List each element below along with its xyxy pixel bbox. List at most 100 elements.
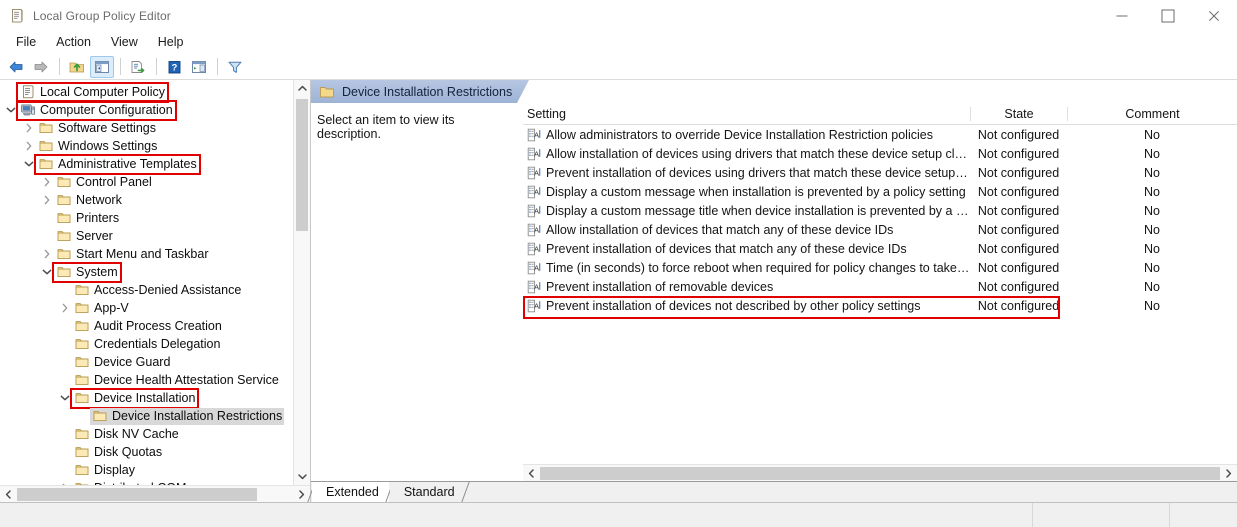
tree-item[interactable]: Display xyxy=(0,461,293,479)
scroll-left-arrow-icon[interactable] xyxy=(523,465,540,482)
tree-item[interactable]: System xyxy=(0,261,293,283)
up-one-level-icon[interactable] xyxy=(65,56,89,78)
list-column-headers: Setting State Comment xyxy=(523,103,1237,125)
tree-item[interactable]: Printers xyxy=(0,209,293,227)
tree-item[interactable]: Device Guard xyxy=(0,353,293,371)
main-split: Local Computer Policy Computer Configurat… xyxy=(0,80,1237,502)
tree-item[interactable]: Server xyxy=(0,227,293,245)
maximize-button[interactable] xyxy=(1145,0,1191,31)
tree-vertical-scrollbar[interactable] xyxy=(293,80,310,485)
tree-item[interactable]: Audit Process Creation xyxy=(0,317,293,335)
tree-item[interactable]: Device Installation xyxy=(0,387,293,409)
settings-row[interactable]: A Display a custom message title when dev… xyxy=(523,201,1237,220)
forward-arrow-icon[interactable] xyxy=(29,56,53,78)
tree-item-label: Administrative Templates xyxy=(58,157,197,171)
tree-item[interactable]: Windows Settings xyxy=(0,137,293,155)
list-hscroll-track[interactable] xyxy=(540,466,1220,480)
tree-item[interactable]: Computer Configuration xyxy=(0,99,293,121)
tree-item-label-wrap: Software Settings xyxy=(36,120,158,137)
chevron-placeholder xyxy=(58,335,72,353)
tree-item-label-wrap: App-V xyxy=(72,300,131,317)
folder-icon xyxy=(38,120,54,136)
local-group-policy-editor-window: Local Group Policy Editor File Action Vi… xyxy=(0,0,1237,527)
settings-row-state: Not configured xyxy=(977,127,1060,142)
folder-icon xyxy=(74,444,90,460)
scroll-right-arrow-icon[interactable] xyxy=(1220,465,1237,482)
chevron-down-icon[interactable] xyxy=(40,263,54,281)
close-button[interactable] xyxy=(1191,0,1237,31)
chevron-placeholder xyxy=(58,281,72,299)
settings-row[interactable]: A Allow installation of devices that matc… xyxy=(523,220,1237,239)
settings-row[interactable]: A Display a custom message when installat… xyxy=(523,182,1237,201)
tree-horizontal-scrollbar[interactable] xyxy=(0,485,310,502)
scroll-left-arrow-icon[interactable] xyxy=(0,486,17,503)
chevron-down-icon[interactable] xyxy=(22,155,36,173)
column-header-state[interactable]: State xyxy=(970,106,1067,121)
folder-icon xyxy=(56,210,72,226)
tab-standard-label: Standard xyxy=(403,485,455,499)
menu-file[interactable]: File xyxy=(6,32,46,53)
tree-item[interactable]: Credentials Delegation xyxy=(0,335,293,353)
tree-item-label-wrap: Administrative Templates xyxy=(34,153,201,175)
policy-tree[interactable]: Local Computer Policy Computer Configurat… xyxy=(0,80,293,485)
tab-extended[interactable]: Extended xyxy=(312,482,389,502)
settings-row[interactable]: A Prevent installation of devices using d… xyxy=(523,163,1237,182)
chevron-right-icon[interactable] xyxy=(40,245,54,263)
tree-item-label: Device Guard xyxy=(94,355,171,369)
column-header-comment[interactable]: Comment xyxy=(1067,106,1237,121)
tree-item[interactable]: Device Installation Restrictions xyxy=(0,407,293,425)
tree-item[interactable]: Software Settings xyxy=(0,119,293,137)
chevron-down-icon[interactable] xyxy=(4,101,18,119)
tree-item[interactable]: Local Computer Policy xyxy=(0,81,293,103)
policy-setting-icon: A xyxy=(527,185,541,199)
settings-row-comment: No xyxy=(1144,127,1160,142)
settings-row[interactable]: A Allow installation of devices using dri… xyxy=(523,144,1237,163)
minimize-button[interactable] xyxy=(1099,0,1145,31)
settings-list[interactable]: A Allow administrators to override Device… xyxy=(523,125,1237,464)
chevron-down-icon[interactable] xyxy=(58,389,72,407)
filter-icon[interactable] xyxy=(223,56,247,78)
chevron-right-icon[interactable] xyxy=(40,191,54,209)
settings-row[interactable]: A Time (in seconds) to force reboot when … xyxy=(523,258,1237,277)
tree-item[interactable]: Control Panel xyxy=(0,173,293,191)
back-arrow-icon[interactable] xyxy=(4,56,28,78)
settings-list-pane: Setting State Comment A Allow administrat… xyxy=(523,103,1237,481)
tree-item[interactable]: Disk Quotas xyxy=(0,443,293,461)
tree-hscroll-track[interactable] xyxy=(17,487,293,501)
tree-item[interactable]: Start Menu and Taskbar xyxy=(0,245,293,263)
settings-row[interactable]: A Prevent installation of devices that ma… xyxy=(523,239,1237,258)
tree-scroll-track[interactable] xyxy=(294,97,310,468)
tab-standard[interactable]: Standard xyxy=(389,482,465,502)
tree-item[interactable]: Administrative Templates xyxy=(0,153,293,175)
help-icon[interactable]: ? xyxy=(162,56,186,78)
menu-help[interactable]: Help xyxy=(148,32,194,53)
properties-icon[interactable] xyxy=(187,56,211,78)
scroll-up-arrow-icon[interactable] xyxy=(294,80,310,97)
scroll-down-arrow-icon[interactable] xyxy=(294,468,310,485)
tree-item[interactable]: App-V xyxy=(0,299,293,317)
tree-scroll-thumb[interactable] xyxy=(296,99,308,231)
tree-item[interactable]: Distributed COM xyxy=(0,479,293,485)
chevron-right-icon[interactable] xyxy=(22,119,36,137)
tree-item[interactable]: Disk NV Cache xyxy=(0,425,293,443)
list-horizontal-scrollbar[interactable] xyxy=(523,464,1237,481)
tree-item[interactable]: Device Health Attestation Service xyxy=(0,371,293,389)
menu-view[interactable]: View xyxy=(101,32,148,53)
settings-row[interactable]: A Prevent installation of removable devic… xyxy=(523,277,1237,296)
tree-item[interactable]: Network xyxy=(0,191,293,209)
column-header-setting[interactable]: Setting xyxy=(523,107,970,121)
chevron-right-icon[interactable] xyxy=(22,137,36,155)
chevron-right-icon[interactable] xyxy=(58,479,72,485)
chevron-right-icon[interactable] xyxy=(58,299,72,317)
settings-row[interactable]: A Prevent installation of devices not des… xyxy=(523,296,1237,319)
export-list-icon[interactable] xyxy=(126,56,150,78)
menu-action[interactable]: Action xyxy=(46,32,101,53)
tree-item-label: Distributed COM xyxy=(94,480,186,485)
tree-scroll-area: Local Computer Policy Computer Configurat… xyxy=(0,80,310,485)
settings-row[interactable]: A Allow administrators to override Device… xyxy=(523,125,1237,144)
tree-item[interactable]: Access-Denied Assistance xyxy=(0,281,293,299)
show-hide-console-tree-icon[interactable] xyxy=(90,55,114,78)
chevron-right-icon[interactable] xyxy=(40,173,54,191)
list-hscroll-thumb[interactable] xyxy=(540,466,1220,480)
tree-hscroll-thumb[interactable] xyxy=(17,487,257,501)
